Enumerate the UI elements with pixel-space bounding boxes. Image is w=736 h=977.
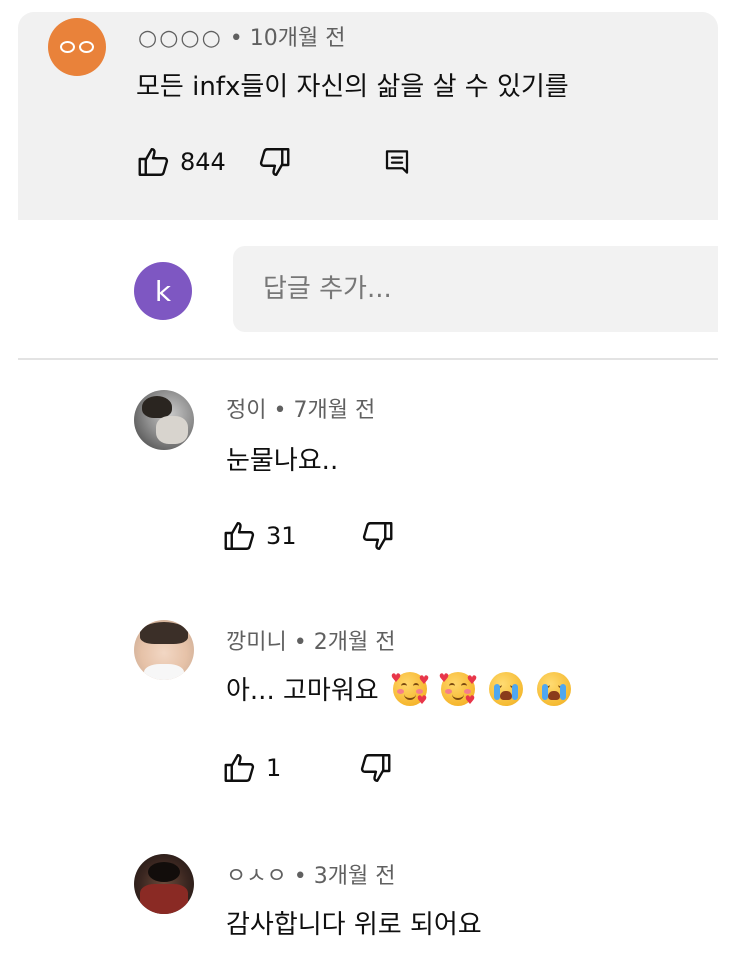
user-avatar-letter: k xyxy=(154,274,172,308)
reply-avatar[interactable] xyxy=(134,854,194,914)
reply-comment-icon[interactable] xyxy=(382,147,412,177)
reply-author[interactable]: 깡미니 xyxy=(226,630,287,655)
reply-text: 눈물나요.. xyxy=(226,446,339,476)
reply-time[interactable]: 2개월 전 xyxy=(314,630,396,655)
reply-meta: 깡미니 • 2개월 전 xyxy=(226,624,395,656)
reply-author[interactable]: ㅇㅅㅇ xyxy=(226,864,287,889)
reply-actions: 31 xyxy=(222,518,395,554)
meta-separator: • xyxy=(273,398,287,423)
comment-meta: ○○○○ • 10개월 전 xyxy=(138,20,346,52)
loudly-crying-face-icon xyxy=(536,671,571,706)
smiling-face-with-hearts-icon: ♥ ♥ ♥ xyxy=(390,670,430,707)
thumbs-up-icon[interactable] xyxy=(136,144,172,180)
meta-separator: • xyxy=(293,630,307,655)
thumbs-up-icon[interactable] xyxy=(222,518,258,554)
meta-separator: • xyxy=(229,26,243,51)
thumbs-up-icon[interactable] xyxy=(222,750,258,786)
comment-text: 모든 infx들이 자신의 삶을 살 수 있기를 xyxy=(136,72,569,102)
thumbs-down-icon[interactable] xyxy=(359,518,395,554)
loudly-crying-face-icon xyxy=(488,671,523,706)
add-reply-row: k xyxy=(18,240,718,340)
user-avatar[interactable]: k xyxy=(134,262,192,320)
smiling-face-with-hearts-icon: ♥ ♥ ♥ xyxy=(438,670,478,707)
reply-author[interactable]: 정이 xyxy=(226,398,266,423)
reply-input[interactable] xyxy=(233,246,718,332)
like-count: 31 xyxy=(266,522,297,550)
thumbs-down-icon[interactable] xyxy=(357,750,393,786)
reply-avatar[interactable] xyxy=(134,390,194,450)
commenter-avatar[interactable] xyxy=(48,18,106,76)
reply-time[interactable]: 7개월 전 xyxy=(293,398,375,423)
reply-avatar[interactable] xyxy=(134,620,194,680)
reply-time[interactable]: 3개월 전 xyxy=(314,864,396,889)
reply-actions: 1 xyxy=(222,750,393,786)
reply-text: 아... 고마워요 xyxy=(226,676,379,706)
comment-actions: 844 xyxy=(136,144,412,180)
like-count: 844 xyxy=(180,148,226,176)
reply-meta: 정이 • 7개월 전 xyxy=(226,392,375,424)
like-count: 1 xyxy=(266,754,282,782)
comment-author[interactable]: ○○○○ xyxy=(138,26,223,51)
comment-time[interactable]: 10개월 전 xyxy=(250,26,346,51)
reply-text-row: 아... 고마워요 ♥ ♥ ♥ ♥ ♥ ♥ xyxy=(226,670,571,709)
thumbs-down-icon[interactable] xyxy=(256,144,292,180)
reply-text: 감사합니다 위로 되어요 xyxy=(226,910,482,940)
reply-meta: ㅇㅅㅇ • 3개월 전 xyxy=(226,858,395,890)
meta-separator: • xyxy=(293,864,307,889)
section-divider xyxy=(18,358,718,360)
highlighted-comment: ○○○○ • 10개월 전 모든 infx들이 자신의 삶을 살 수 있기를 8… xyxy=(18,12,718,220)
